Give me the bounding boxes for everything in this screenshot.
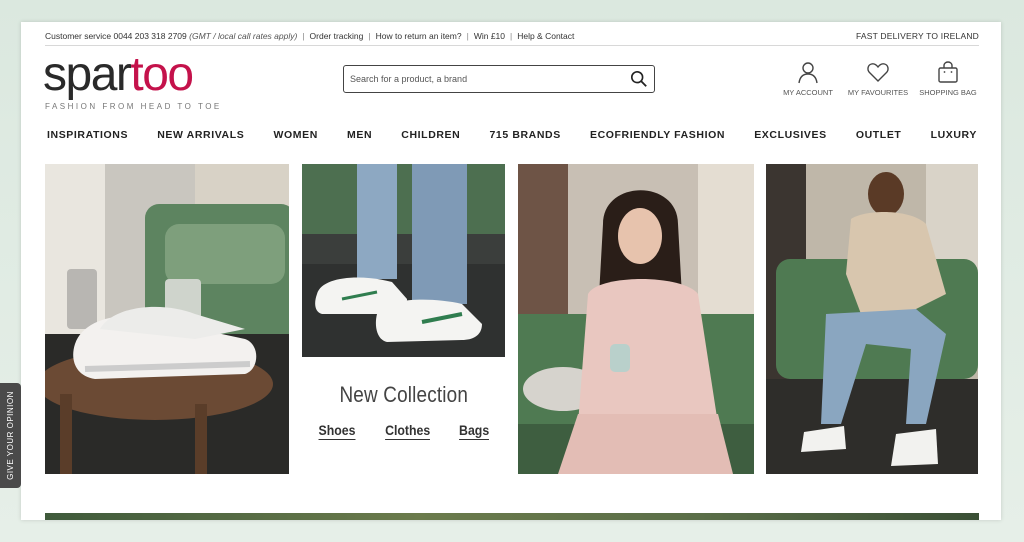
main-navigation: INSPIRATIONS NEW ARRIVALS WOMEN MEN CHIL… bbox=[47, 126, 977, 144]
divider bbox=[45, 45, 979, 46]
shopping-bag-label: SHOPPING BAG bbox=[919, 88, 977, 97]
next-banner-preview bbox=[45, 513, 979, 520]
win-link[interactable]: Win £10 bbox=[474, 31, 505, 41]
give-your-opinion-tab[interactable]: GIVE YOUR OPINION bbox=[0, 383, 21, 488]
nav-children[interactable]: CHILDREN bbox=[401, 129, 460, 141]
order-tracking-link[interactable]: Order tracking bbox=[310, 31, 364, 41]
nav-women[interactable]: WOMEN bbox=[273, 129, 317, 141]
sneakers-on-table-image[interactable] bbox=[45, 164, 289, 474]
shopping-bag-icon bbox=[938, 61, 958, 83]
utility-bar: Customer service 0044 203 318 2709 (GMT … bbox=[45, 31, 979, 41]
nav-luxury[interactable]: LUXURY bbox=[931, 129, 977, 141]
search-placeholder: Search for a product, a brand bbox=[350, 74, 468, 84]
woman-pink-outfit-image[interactable] bbox=[518, 164, 754, 474]
nav-outlet[interactable]: OUTLET bbox=[856, 129, 902, 141]
header-actions: MY ACCOUNT MY FAVOURITES SHOPPING BAG bbox=[777, 60, 979, 97]
help-contact-link[interactable]: Help & Contact bbox=[517, 31, 574, 41]
new-collection-title: New Collection bbox=[339, 382, 468, 407]
shoes-link[interactable]: Shoes bbox=[318, 422, 356, 440]
logo-tagline: FASHION FROM HEAD TO TOE bbox=[45, 102, 222, 111]
spartoo-page: Customer service 0044 203 318 2709 (GMT … bbox=[21, 22, 1001, 520]
my-favourites-label: MY FAVOURITES bbox=[847, 88, 909, 97]
nav-brands[interactable]: 715 BRANDS bbox=[489, 129, 560, 141]
new-collection-block: New Collection Shoes Clothes Bags bbox=[302, 382, 505, 440]
nav-new-arrivals[interactable]: NEW ARRIVALS bbox=[157, 129, 244, 141]
customer-service-link[interactable]: Customer service 0044 203 318 2709 (GMT … bbox=[45, 31, 297, 41]
jeans-sneakers-image[interactable] bbox=[302, 164, 505, 357]
nav-inspirations[interactable]: INSPIRATIONS bbox=[47, 129, 128, 141]
nav-exclusives[interactable]: EXCLUSIVES bbox=[754, 129, 827, 141]
my-account-label: MY ACCOUNT bbox=[783, 88, 833, 97]
spartoo-logo[interactable]: spartoo bbox=[43, 48, 194, 102]
heart-icon bbox=[867, 63, 889, 82]
clothes-link[interactable]: Clothes bbox=[384, 422, 430, 440]
my-favourites-button[interactable]: MY FAVOURITES bbox=[847, 60, 909, 97]
user-icon bbox=[798, 62, 818, 84]
shopping-bag-button[interactable]: SHOPPING BAG bbox=[917, 60, 979, 97]
delivery-info: FAST DELIVERY TO IRELAND bbox=[855, 31, 979, 41]
search-icon[interactable] bbox=[630, 70, 648, 88]
my-account-button[interactable]: MY ACCOUNT bbox=[777, 60, 839, 97]
search-input[interactable]: Search for a product, a brand bbox=[343, 65, 655, 93]
man-on-sofa-image[interactable] bbox=[766, 164, 978, 474]
nav-men[interactable]: MEN bbox=[347, 129, 372, 141]
nav-ecofriendly-fashion[interactable]: ECOFRIENDLY FASHION bbox=[590, 129, 725, 141]
give-your-opinion-label: GIVE YOUR OPINION bbox=[6, 391, 15, 480]
bags-link[interactable]: Bags bbox=[458, 422, 489, 440]
return-item-link[interactable]: How to return an item? bbox=[376, 31, 462, 41]
